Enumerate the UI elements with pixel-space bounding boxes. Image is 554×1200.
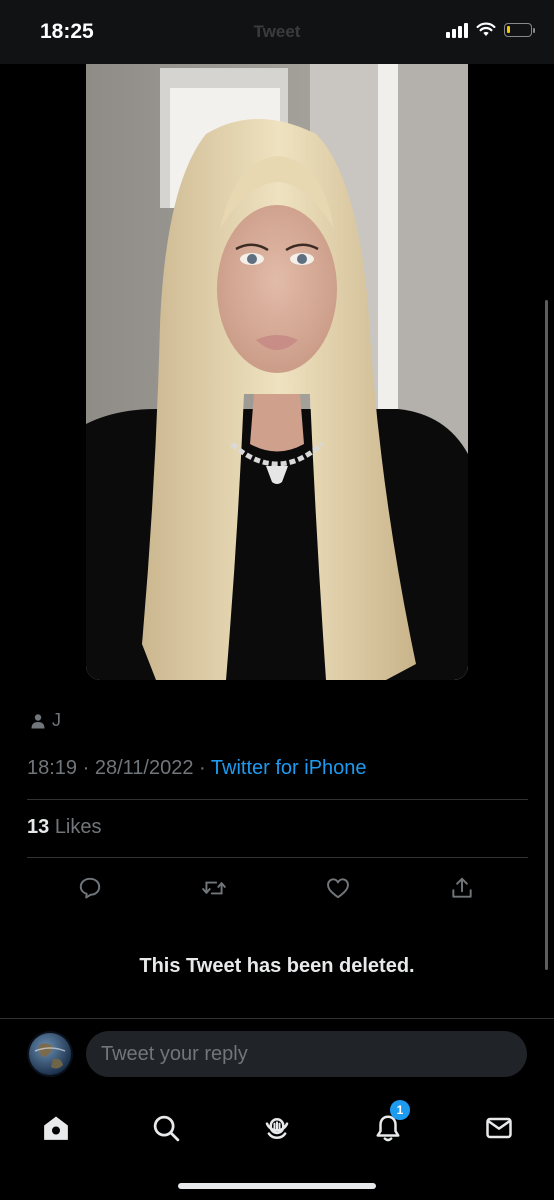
- like-button[interactable]: [322, 872, 354, 904]
- status-bar: 18:25 Tweet: [0, 0, 554, 64]
- tweet-photo[interactable]: [86, 64, 468, 680]
- avatar[interactable]: [27, 1031, 73, 1077]
- scrollbar[interactable]: [545, 300, 548, 970]
- meta-separator: ·: [199, 757, 206, 779]
- author-name: J: [52, 710, 61, 730]
- share-button[interactable]: [446, 872, 478, 904]
- divider: [27, 799, 528, 800]
- photo-image: [86, 64, 468, 680]
- home-icon: [44, 1116, 68, 1140]
- reply-input[interactable]: [86, 1031, 527, 1077]
- cellular-signal-icon: [446, 22, 468, 38]
- tweet-source-link[interactable]: Twitter for iPhone: [211, 757, 367, 779]
- tweet-time: 18:19: [27, 757, 78, 779]
- retweet-icon: [202, 881, 226, 895]
- tweet-date: 28/11/2022: [94, 757, 194, 779]
- likes-number: 13: [27, 816, 50, 838]
- comment-icon: [79, 877, 101, 899]
- tab-messages[interactable]: [475, 1104, 523, 1152]
- battery-fill: [507, 26, 510, 33]
- tweet-meta: 18:19 · 28/11/2022 · Twitter for iPhone: [27, 757, 367, 780]
- retweet-button[interactable]: [198, 872, 230, 904]
- reply-bar: [0, 1018, 554, 1097]
- spaces-icon: [265, 1118, 289, 1140]
- tab-spaces[interactable]: [253, 1104, 301, 1152]
- tab-home[interactable]: [32, 1104, 80, 1152]
- likes-count-link[interactable]: 13 Likes: [27, 816, 102, 839]
- divider: [27, 857, 528, 858]
- deleted-tweet-notice: This Tweet has been deleted.: [139, 955, 415, 977]
- envelope-icon: [486, 1117, 512, 1139]
- tab-search[interactable]: [142, 1104, 190, 1152]
- notification-badge: 1: [390, 1100, 410, 1120]
- reply-button[interactable]: [74, 872, 106, 904]
- heart-icon: [327, 878, 349, 899]
- search-icon: [153, 1115, 180, 1142]
- battery-icon: [504, 23, 535, 37]
- share-icon: [452, 877, 472, 898]
- globe-avatar-image: [27, 1031, 73, 1077]
- likes-label: Likes: [54, 816, 102, 838]
- home-indicator[interactable]: [178, 1183, 376, 1189]
- person-icon: [31, 713, 45, 728]
- meta-separator: ·: [82, 757, 90, 779]
- status-icons: [446, 22, 535, 38]
- tweet-actions: [0, 868, 554, 908]
- tab-notifications[interactable]: 1: [364, 1100, 412, 1152]
- wifi-icon: [476, 22, 496, 36]
- author-row[interactable]: J: [30, 710, 61, 731]
